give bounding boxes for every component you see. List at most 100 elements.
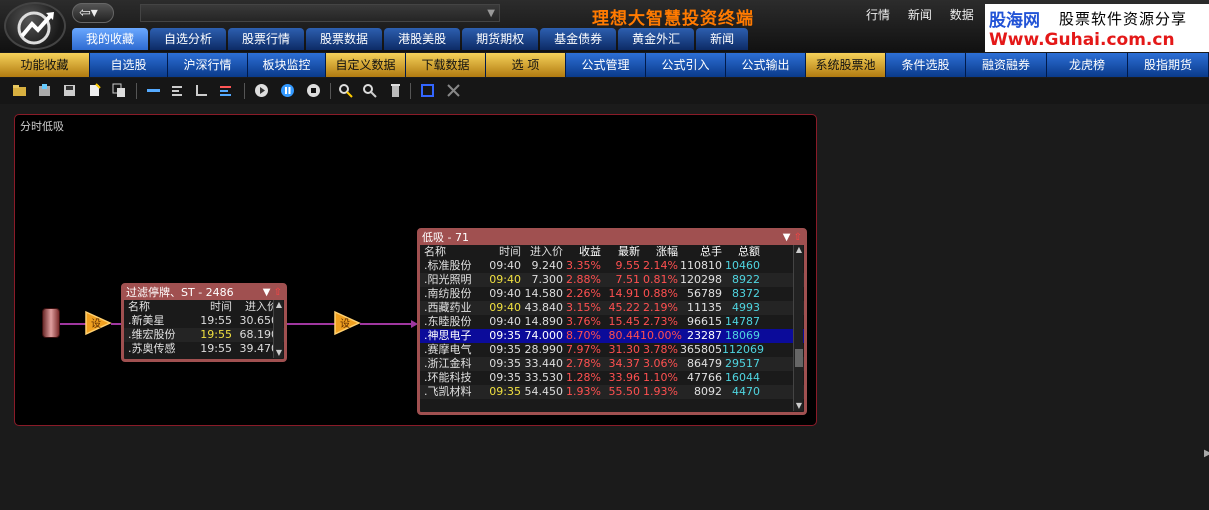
row-amt: 29517 xyxy=(725,357,760,370)
func-index-futures[interactable]: 股指期货 xyxy=(1128,53,1209,77)
tab-stock-quotes[interactable]: 股票行情 xyxy=(228,28,305,50)
result-scrollbar[interactable]: ▲ ▼ xyxy=(793,245,803,411)
maximize-icon[interactable]: ⇧ xyxy=(794,232,802,243)
func-custom-data[interactable]: 自定义数据 xyxy=(326,53,406,77)
copy-icon[interactable] xyxy=(112,83,127,98)
row-price: 74.000 xyxy=(524,329,564,342)
align-left-icon[interactable] xyxy=(170,83,185,98)
result-node-window[interactable]: 低吸 - 71 ▼ ⇧ 名称 时间 进入价 收益 最新 涨幅 总手 总额 .标准… xyxy=(417,228,807,415)
row-amt: 10460 xyxy=(725,259,760,272)
table-row[interactable]: .西藏药业 09:40 43.840 3.15% 45.22 2.19% 11135 4993 xyxy=(420,301,804,315)
tab-favorites[interactable]: 我的收藏 xyxy=(72,28,149,50)
zoom-out-icon[interactable] xyxy=(362,83,377,98)
tab-hk-us[interactable]: 港股美股 xyxy=(384,28,461,50)
func-formula-manage[interactable]: 公式管理 xyxy=(566,53,646,77)
row-name: .飞凯材料 xyxy=(424,385,472,398)
col-name[interactable]: 名称 xyxy=(420,245,488,259)
select-icon[interactable] xyxy=(420,83,435,98)
scroll-up-icon[interactable]: ▲ xyxy=(795,245,803,255)
table-row[interactable]: .神思电子 09:35 74.000 8.70% 80.44 10.00% 23287 180… xyxy=(420,329,804,343)
stop-icon[interactable] xyxy=(306,83,321,98)
func-formula-export[interactable]: 公式输出 xyxy=(726,53,806,77)
align-bottom-icon[interactable] xyxy=(194,83,209,98)
result-node-controls[interactable]: ▼ ⇧ xyxy=(783,231,802,245)
tab-self-analysis[interactable]: 自选分析 xyxy=(150,28,227,50)
zoom-in-icon[interactable] xyxy=(338,83,353,98)
func-options[interactable]: 选 项 xyxy=(486,53,566,77)
func-screener[interactable]: 条件选股 xyxy=(886,53,966,77)
func-system-pool[interactable]: 系统股票池 xyxy=(806,53,886,77)
side-panel-toggle-icon[interactable]: ▶ xyxy=(1204,448,1209,464)
row-pct: 3.78% xyxy=(643,343,678,356)
export-icon[interactable] xyxy=(37,83,52,98)
top-nav-data[interactable]: 数据 xyxy=(950,8,974,22)
func-sector-monitor[interactable]: 板块监控 xyxy=(248,53,326,77)
collapse-icon[interactable]: ▼ xyxy=(783,232,791,243)
database-node-icon[interactable] xyxy=(42,308,60,338)
func-download[interactable]: 下载数据 xyxy=(406,53,486,77)
scroll-thumb[interactable] xyxy=(795,349,803,367)
pause-icon[interactable] xyxy=(280,83,295,98)
table-row[interactable]: .飞凯材料 09:35 54.450 1.93% 55.50 1.93% 8092 4470 xyxy=(420,385,804,399)
filter-scrollbar[interactable]: ▲ ▼ xyxy=(273,300,283,358)
save-icon[interactable] xyxy=(62,83,77,98)
table-row[interactable]: .环能科技 09:35 33.530 1.28% 33.96 1.10% 47766 1604… xyxy=(420,371,804,385)
tab-gold-fx[interactable]: 黄金外汇 xyxy=(618,28,695,50)
tab-futures[interactable]: 期货期权 xyxy=(462,28,539,50)
app-logo-icon[interactable] xyxy=(4,2,66,50)
select-node-icon[interactable]: 设 xyxy=(333,310,361,336)
scroll-up-icon[interactable]: ▲ xyxy=(275,300,283,310)
col-gain[interactable]: 收益 xyxy=(563,245,601,259)
back-button[interactable]: ⇦▾ xyxy=(72,3,114,23)
col-price[interactable]: 进入价 xyxy=(521,245,563,259)
filter-node-controls[interactable]: ▼ ⇧ xyxy=(263,286,282,300)
new-icon[interactable] xyxy=(87,83,102,98)
func-watchlist[interactable]: 自选股 xyxy=(90,53,168,77)
tab-news[interactable]: 新闻 xyxy=(696,28,749,50)
tab-stock-data[interactable]: 股票数据 xyxy=(306,28,383,50)
col-pct[interactable]: 涨幅 xyxy=(640,245,678,259)
col-amt[interactable]: 总额 xyxy=(722,245,760,259)
table-row[interactable]: .浙江金科 09:35 33.440 2.78% 34.37 3.06% 86479 2951… xyxy=(420,357,804,371)
col-name[interactable]: 名称 xyxy=(124,300,196,314)
scroll-down-icon[interactable]: ▼ xyxy=(795,401,803,411)
toolbar-separator xyxy=(136,83,137,99)
table-row[interactable]: .维宏股份 19:55 68.190 xyxy=(124,328,284,342)
func-market[interactable]: 沪深行情 xyxy=(168,53,248,77)
col-time[interactable]: 时间 xyxy=(488,245,521,259)
table-row[interactable]: .标准股份 09:40 9.240 3.35% 9.55 2.14% 110810 10460 xyxy=(420,259,804,273)
filter-grid-header: 名称 时间 进入价 xyxy=(124,300,284,314)
play-icon[interactable] xyxy=(254,83,269,98)
top-nav-news[interactable]: 新闻 xyxy=(908,8,932,22)
table-row[interactable]: .东睦股份 09:40 14.890 3.76% 15.45 2.73% 96615 1478… xyxy=(420,315,804,329)
maximize-icon[interactable]: ⇧ xyxy=(274,287,282,298)
table-row[interactable]: .苏奥传感 19:55 39.470 xyxy=(124,342,284,356)
disconnect-icon[interactable] xyxy=(446,83,461,98)
func-formula-import[interactable]: 公式引入 xyxy=(646,53,726,77)
col-last[interactable]: 最新 xyxy=(601,245,640,259)
filter-node-window[interactable]: 过滤停牌、ST - 2486 ▼ ⇧ 名称 时间 进入价 .新美星 19:55 … xyxy=(121,283,287,362)
align-top-icon[interactable] xyxy=(146,83,161,98)
address-dropdown-icon[interactable]: ▼ xyxy=(487,5,495,23)
func-margin[interactable]: 融资融券 xyxy=(966,53,1047,77)
row-price: 7.300 xyxy=(531,273,564,286)
table-row[interactable]: .阳光照明 09:40 7.300 2.88% 7.51 0.81% 120298 8922 xyxy=(420,273,804,287)
open-folder-icon[interactable] xyxy=(12,83,27,98)
col-price[interactable]: 进入价 xyxy=(232,300,278,314)
filter-node-icon[interactable]: 设 xyxy=(84,310,112,336)
collapse-icon[interactable]: ▼ xyxy=(263,287,271,298)
table-row[interactable]: .南纺股份 09:40 14.580 2.26% 14.91 0.88% 56789 8372 xyxy=(420,287,804,301)
tab-funds-bonds[interactable]: 基金债券 xyxy=(540,28,617,50)
delete-icon[interactable] xyxy=(388,83,403,98)
row-vol: 23287 xyxy=(687,329,722,342)
col-time[interactable]: 时间 xyxy=(196,300,232,314)
top-nav-quotes[interactable]: 行情 xyxy=(866,8,890,22)
col-vol[interactable]: 总手 xyxy=(678,245,722,259)
table-row[interactable]: .新美星 19:55 30.650 xyxy=(124,314,284,328)
align-right-icon[interactable] xyxy=(218,83,233,98)
scroll-down-icon[interactable]: ▼ xyxy=(275,348,283,358)
address-bar[interactable]: ▼ xyxy=(140,4,500,22)
table-row[interactable]: .赛摩电气 09:35 28.990 7.97% 31.30 3.78% 365805 112… xyxy=(420,343,804,357)
func-dragon-tiger[interactable]: 龙虎榜 xyxy=(1047,53,1128,77)
func-favorites[interactable]: 功能收藏 xyxy=(0,53,90,77)
